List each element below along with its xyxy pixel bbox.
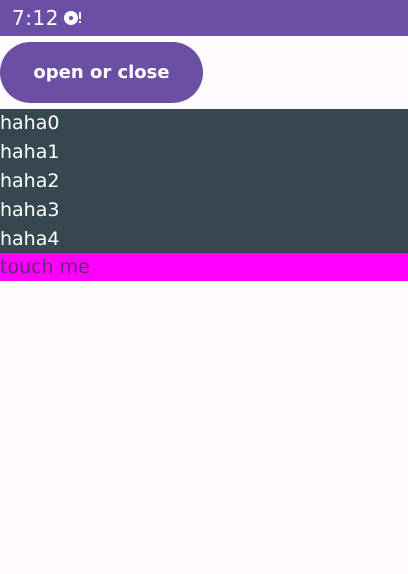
list-item: haha4 xyxy=(0,228,60,250)
touch-me-area[interactable]: touch me xyxy=(0,253,408,281)
list-item: haha2 xyxy=(0,170,60,192)
media-disc-icon xyxy=(62,9,86,27)
item-list: haha0 haha1 haha2 haha3 haha4 xyxy=(0,109,408,253)
status-bar: 7:12 xyxy=(0,0,408,36)
status-time: 7:12 xyxy=(12,6,59,30)
list-item: haha1 xyxy=(0,141,60,163)
list-item: haha3 xyxy=(0,199,60,221)
open-or-close-button[interactable]: open or close xyxy=(0,42,203,103)
list-item: haha0 xyxy=(0,112,60,134)
